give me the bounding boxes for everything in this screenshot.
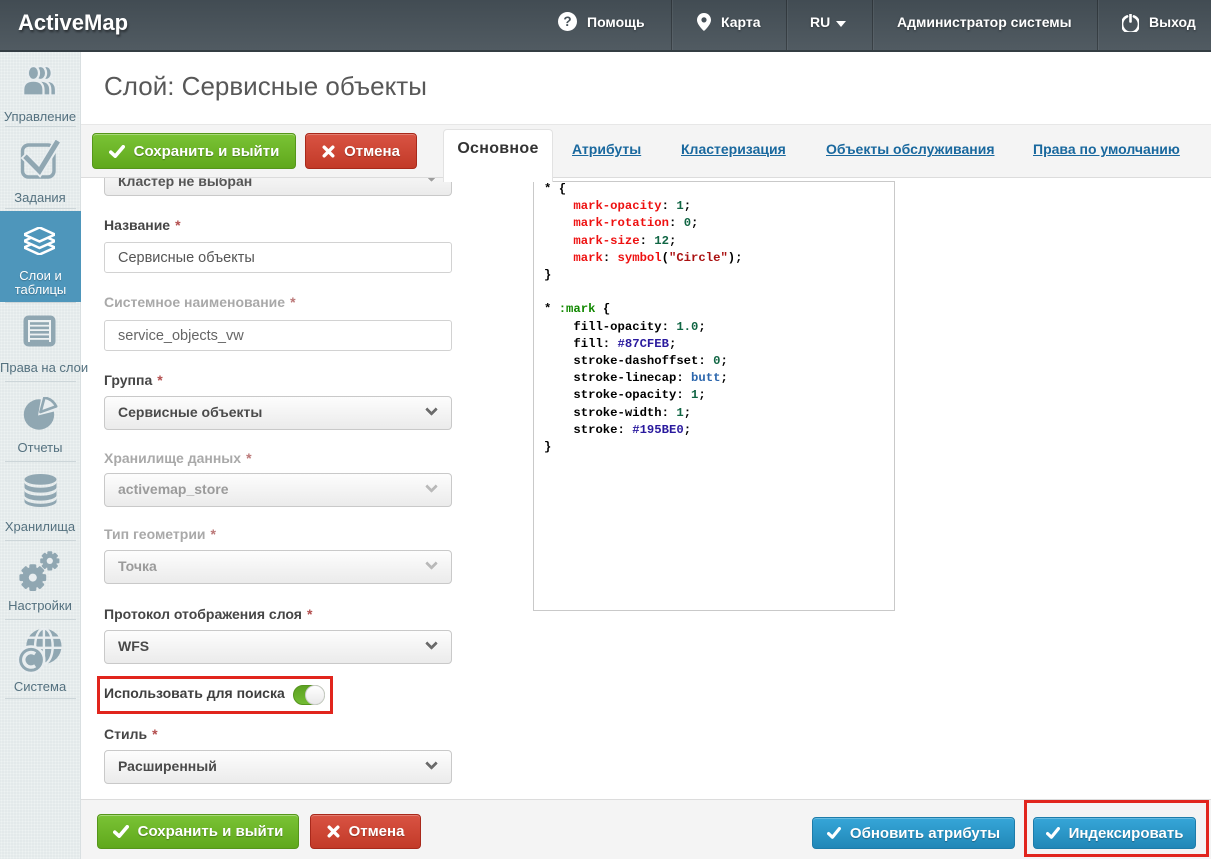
svg-text:?: ? <box>563 14 571 29</box>
